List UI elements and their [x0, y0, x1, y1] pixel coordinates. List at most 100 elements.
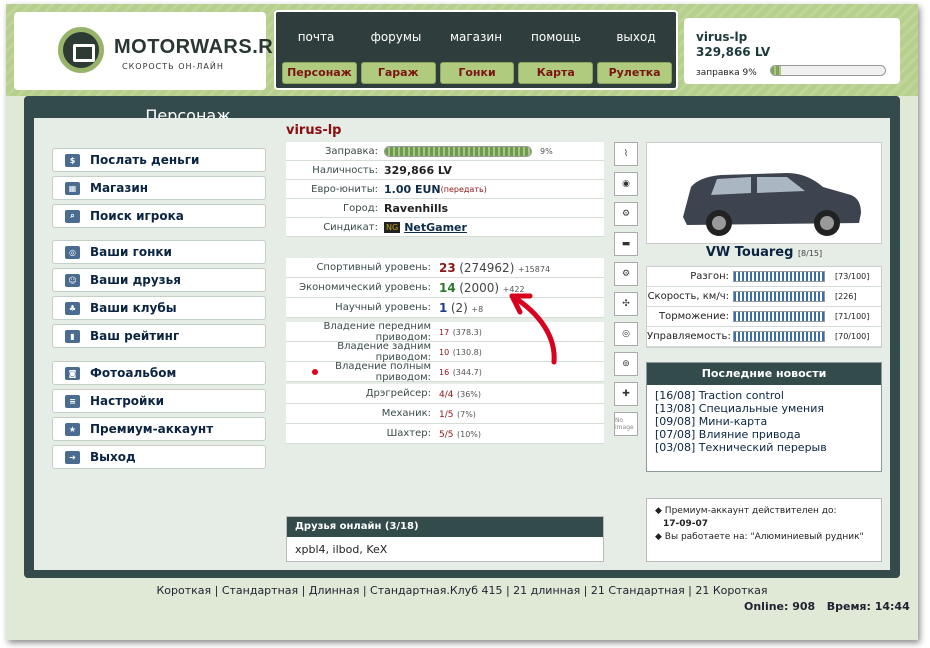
menu-search-player[interactable]: ⌕ Поиск игрока: [52, 204, 266, 228]
parts-icon[interactable]: ⚙: [614, 202, 638, 226]
nav-row-2: Персонаж Гараж Гонки Карта Рулетка: [282, 62, 672, 84]
menu-settings[interactable]: ≡ Настройки: [52, 389, 266, 413]
news-title: Последние новости: [647, 363, 881, 385]
car-index: [8/15]: [797, 249, 823, 258]
menu-photo-album[interactable]: ◙ Фотоальбом: [52, 361, 266, 385]
news-item[interactable]: [07/08] Влияние привода: [655, 428, 873, 441]
syndicate-logo-icon: NG: [384, 221, 401, 233]
nav-exit[interactable]: выход: [596, 30, 676, 44]
row-key: Заправка:: [325, 145, 378, 157]
menu-send-money[interactable]: $ Послать деньги: [52, 148, 266, 172]
suv-icon: [683, 173, 861, 236]
row-syndicate: Синдикат: NG NetGamer: [286, 218, 604, 237]
syndicate-link[interactable]: NetGamer: [404, 221, 467, 234]
footer-links[interactable]: Короткая | Стандартная | Длинная | Станд…: [6, 584, 918, 597]
shop-icon: ▦: [65, 181, 80, 195]
menu-label: Фотоальбом: [90, 366, 177, 380]
news-item[interactable]: [09/08] Мини-карта: [655, 415, 873, 428]
row-key: Спортивный уровень:: [316, 262, 431, 273]
job-value: 4/4: [439, 390, 454, 400]
stat-bar: [733, 331, 825, 342]
menu-group-1: $ Послать деньги ▦ Магазин ⌕ Поиск игрока: [52, 148, 266, 232]
news-item[interactable]: [13/08] Специальные умения: [655, 402, 873, 415]
job-value: 5/5: [439, 430, 454, 440]
logo[interactable]: MOTORWARS.RU СКОРОСТЬ ОН-ЛАЙН: [14, 12, 288, 90]
logo-icon: [58, 27, 104, 73]
job-miner: Шахтер: 5/5 (10%): [286, 424, 604, 444]
annotation-dot: [312, 369, 318, 375]
menu-label: Магазин: [90, 181, 149, 195]
menu-label: Ваш рейтинг: [90, 329, 180, 343]
premium-date: 17-09-07: [663, 519, 709, 529]
tab-roulette[interactable]: Рулетка: [597, 62, 672, 84]
job-percent: (36%): [456, 390, 482, 399]
exhaust-icon[interactable]: ⊚: [614, 352, 638, 376]
level-delta: +8: [471, 304, 484, 314]
tool-icon[interactable]: ✚: [614, 382, 638, 406]
menu-shop[interactable]: ▦ Магазин: [52, 176, 266, 200]
menu-label: Ваши гонки: [90, 245, 172, 259]
tire-icon[interactable]: ◉: [614, 172, 638, 196]
tab-races[interactable]: Гонки: [439, 62, 515, 84]
money-icon: $: [65, 153, 80, 167]
gearbox-icon[interactable]: ✣: [614, 292, 638, 316]
row-eun: Евро-юниты: 1.00 EUN (передать): [286, 180, 604, 199]
car-stats-table: Разгон: [73/100] Скорость, км/ч: [226] Тор…: [646, 266, 882, 348]
menu-races[interactable]: ◎ Ваши гонки: [52, 240, 266, 264]
transfer-link[interactable]: (передать): [441, 185, 487, 194]
friends-title: Друзья онлайн (3/18): [287, 517, 603, 537]
exit-icon: ➜: [65, 450, 80, 464]
level-delta: +15874: [517, 264, 551, 274]
spring-icon[interactable]: ⌇: [614, 142, 638, 166]
user-fuel-fill: [771, 66, 782, 75]
job-percent: (7%): [456, 410, 476, 419]
nav-mail[interactable]: почта: [276, 30, 356, 44]
stat-value: [71/100]: [835, 312, 870, 321]
search-icon: ⌕: [65, 209, 80, 223]
menu-clubs[interactable]: ♣ Ваши клубы: [52, 296, 266, 320]
tab-map[interactable]: Карта: [518, 62, 594, 84]
nav-shop[interactable]: магазин: [436, 30, 516, 44]
row-key: Владение полным приводом:: [335, 360, 431, 383]
menu-group-3: ◙ Фотоальбом ≡ Настройки ★ Премиум-аккаунт …: [52, 361, 266, 473]
news-item[interactable]: [03/08] Технический перерыв: [655, 441, 873, 454]
row-key: Дрэгрейсер:: [365, 388, 431, 399]
nav-help[interactable]: помощь: [516, 30, 596, 44]
engine-icon[interactable]: ⚙: [614, 262, 638, 286]
job-drag: Дрэгрейсер: 4/4 (36%): [286, 384, 604, 404]
row-key: Владение задним приводом:: [337, 340, 431, 363]
row-cash: Наличность: 329,866 LV: [286, 161, 604, 180]
annotation-arrow-icon: [509, 293, 557, 365]
premium-label: Премиум-аккаунт действителен до:: [664, 506, 837, 516]
row-key: Город:: [343, 202, 378, 214]
work-info: Вы работаете на: "Алюминиевый рудник": [664, 532, 864, 542]
no-image-icon[interactable]: No image: [614, 412, 638, 436]
menu-premium[interactable]: ★ Премиум-аккаунт: [52, 417, 266, 441]
stat-value: [73/100]: [835, 272, 870, 281]
row-key: Синдикат:: [323, 221, 378, 233]
stat-bar: [733, 291, 825, 302]
car-parts-column: ⌇ ◉ ⚙ ▬ ⚙ ✣ ◎ ⊚ ✚ No image: [614, 142, 640, 442]
tab-character[interactable]: Персонаж: [282, 62, 357, 84]
fuel-bar: [384, 145, 532, 157]
turbo-icon[interactable]: ◎: [614, 322, 638, 346]
nav-forums[interactable]: форумы: [356, 30, 436, 44]
tab-garage[interactable]: Гараж: [360, 62, 436, 84]
menu-exit[interactable]: ➜ Выход: [52, 445, 266, 469]
page-frame: MOTORWARS.RU СКОРОСТЬ ОН-ЛАЙН почта фору…: [6, 4, 918, 640]
menu-label: Ваши друзья: [90, 273, 181, 287]
fuel-value: 9%: [540, 146, 553, 156]
car-image[interactable]: [646, 142, 882, 244]
level-points: (274962): [459, 260, 515, 275]
menu-friends[interactable]: ☺ Ваши друзья: [52, 268, 266, 292]
bar-icon[interactable]: ▬: [614, 232, 638, 256]
user-name[interactable]: virus-lp: [696, 30, 747, 44]
server-time: Время: 14:44: [826, 600, 910, 613]
menu-rating[interactable]: ▮ Ваш рейтинг: [52, 324, 266, 348]
user-fuel-bar: [770, 65, 886, 76]
premium-info: ◆ Премиум-аккаунт действителен до: 17-09…: [646, 498, 882, 562]
friends-list[interactable]: xpbl4, ilbod, KeX: [287, 537, 603, 562]
stat-bar: [733, 271, 825, 282]
news-item[interactable]: [16/08] Traction control: [655, 389, 873, 402]
menu-label: Выход: [90, 450, 136, 464]
